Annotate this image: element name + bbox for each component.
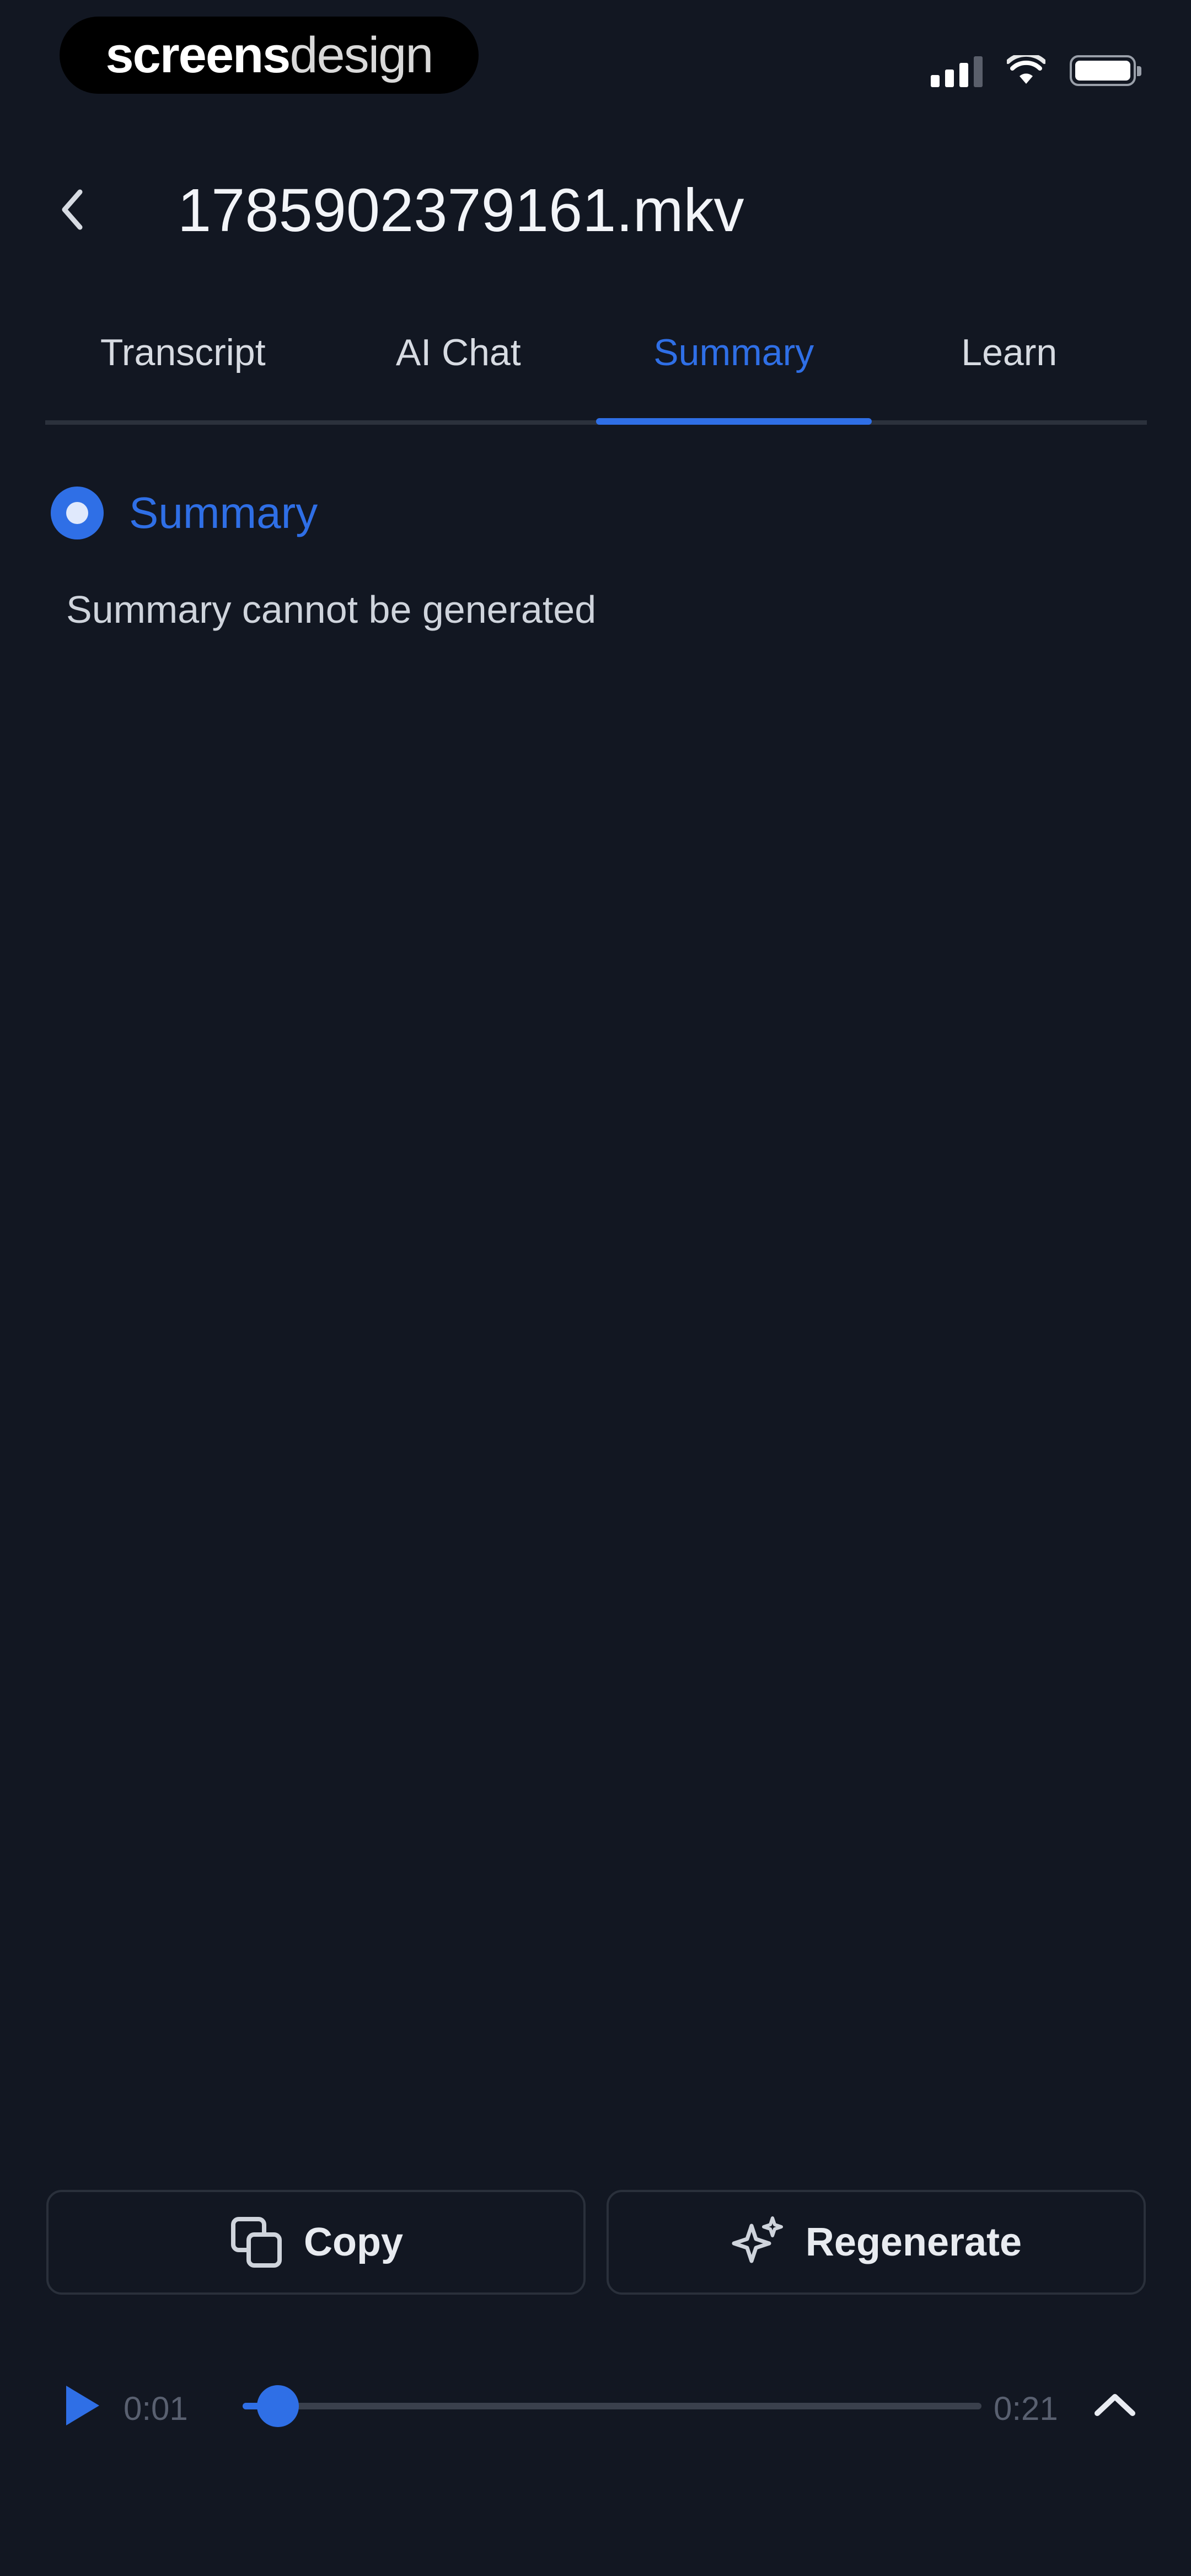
back-button[interactable] <box>44 182 99 237</box>
page-title: 1785902379161.mkv <box>178 177 744 244</box>
total-time: 0:21 <box>994 2390 1058 2427</box>
audio-player: 0:01 0:21 <box>0 2372 1191 2438</box>
progress-slider[interactable] <box>243 2385 981 2427</box>
slider-handle[interactable] <box>257 2385 299 2427</box>
play-button[interactable] <box>57 2381 107 2430</box>
copy-label: Copy <box>304 2220 403 2264</box>
brand-light: design <box>289 26 433 83</box>
chevron-left-icon <box>62 189 83 230</box>
tab-bar: Transcript AI Chat Summary Learn <box>45 309 1147 425</box>
chevron-up-icon <box>1095 2394 1135 2416</box>
regenerate-button[interactable]: Regenerate <box>607 2190 1146 2295</box>
copy-icon <box>231 2217 282 2268</box>
tab-transcript[interactable]: Transcript <box>45 309 321 420</box>
tab-learn[interactable]: Learn <box>872 309 1147 420</box>
header: 1785902379161.mkv <box>0 165 1191 254</box>
play-icon <box>66 2386 99 2425</box>
status-bar: screens design <box>0 0 1191 121</box>
tab-ai-chat[interactable]: AI Chat <box>321 309 597 420</box>
copy-button[interactable]: Copy <box>46 2190 586 2295</box>
expand-player-button[interactable] <box>1087 2377 1142 2433</box>
summary-indicator-icon <box>51 487 104 539</box>
battery-icon <box>1070 55 1141 86</box>
sparkle-icon <box>732 2216 783 2263</box>
section-title: Summary <box>129 488 318 537</box>
current-time: 0:01 <box>124 2390 188 2427</box>
cellular-signal-icon <box>931 54 983 87</box>
wifi-icon <box>1007 55 1045 84</box>
regenerate-label: Regenerate <box>805 2220 1022 2264</box>
brand-watermark: screens design <box>60 17 479 94</box>
summary-section-header: Summary <box>51 480 318 546</box>
tab-summary[interactable]: Summary <box>596 309 872 425</box>
brand-bold: screens <box>105 26 291 83</box>
summary-message: Summary cannot be generated <box>66 588 597 631</box>
status-icons <box>931 49 1141 93</box>
